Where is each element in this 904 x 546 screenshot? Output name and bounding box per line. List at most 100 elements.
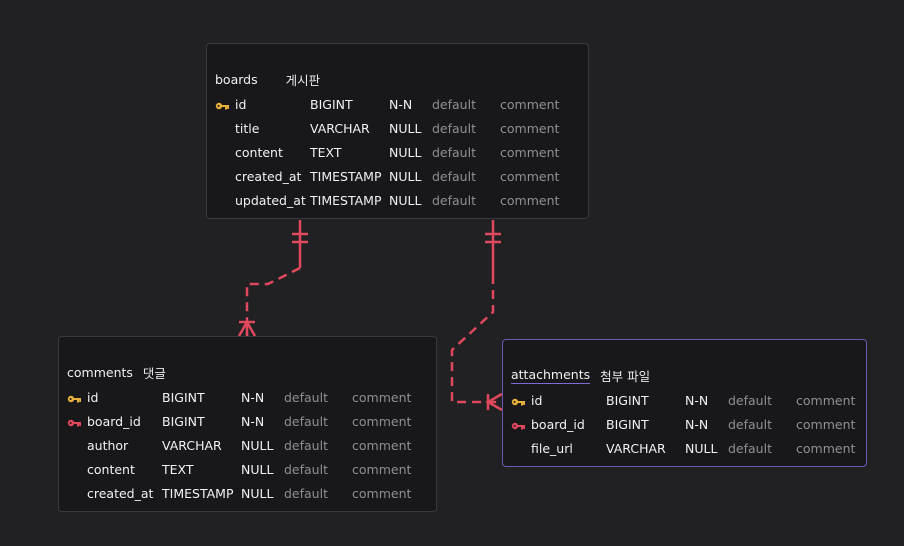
column-default[interactable]: default <box>432 169 500 184</box>
column-row[interactable]: content TEXT NULL default comment <box>215 140 588 164</box>
column-comment[interactable]: comment <box>500 121 559 136</box>
column-row[interactable]: id BIGINT N-N default comment <box>215 92 588 116</box>
column-nullable[interactable]: N-N <box>241 414 284 429</box>
relation-dashed-line <box>245 266 301 336</box>
column-default[interactable]: default <box>728 441 796 456</box>
column-name[interactable]: id <box>235 97 310 112</box>
column-row[interactable]: author VARCHAR NULL default comment <box>67 433 436 457</box>
column-default[interactable]: default <box>284 486 352 501</box>
column-comment[interactable]: comment <box>796 393 855 408</box>
column-name[interactable]: file_url <box>531 441 606 456</box>
column-nullable[interactable]: NULL <box>389 145 432 160</box>
column-row[interactable]: file_url VARCHAR NULL default comment <box>511 436 866 460</box>
key-cell <box>511 395 531 406</box>
column-name[interactable]: id <box>87 390 162 405</box>
column-default[interactable]: default <box>284 390 352 405</box>
table-comment[interactable]: 게시판 <box>286 70 321 89</box>
column-name[interactable]: author <box>87 438 162 453</box>
column-row[interactable]: created_at TIMESTAMP NULL default comment <box>215 164 588 188</box>
relation-dashed-line <box>450 275 502 404</box>
column-row[interactable]: id BIGINT N-N default comment <box>511 388 866 412</box>
column-type[interactable]: TIMESTAMP <box>162 486 241 501</box>
column-type[interactable]: BIGINT <box>606 393 685 408</box>
column-comment[interactable]: comment <box>500 169 559 184</box>
column-row[interactable]: id BIGINT N-N default comment <box>67 385 436 409</box>
column-type[interactable]: TIMESTAMP <box>310 193 389 208</box>
column-list: id BIGINT N-N default comment board_id BIGINT N… <box>67 385 436 505</box>
column-default[interactable]: default <box>728 417 796 432</box>
key-cell <box>215 99 235 110</box>
column-comment[interactable]: comment <box>352 414 411 429</box>
column-list: id BIGINT N-N default comment board_id BIGINT N… <box>511 388 866 460</box>
column-default[interactable]: default <box>284 462 352 477</box>
column-nullable[interactable]: N-N <box>685 417 728 432</box>
column-type[interactable]: BIGINT <box>310 97 389 112</box>
column-name[interactable]: updated_at <box>235 193 310 208</box>
table-name[interactable]: boards <box>215 72 258 87</box>
column-type[interactable]: BIGINT <box>162 414 241 429</box>
column-type[interactable]: BIGINT <box>606 417 685 432</box>
column-name[interactable]: created_at <box>87 486 162 501</box>
table-boards[interactable]: boards 게시판 id BIGINT N-N default comment titl… <box>206 43 589 219</box>
column-type[interactable]: TEXT <box>310 145 389 160</box>
table-attachments[interactable]: attachments 첨부 파일 id BIGINT N-N default comm… <box>502 339 867 467</box>
column-nullable[interactable]: NULL <box>389 169 432 184</box>
column-type[interactable]: TEXT <box>162 462 241 477</box>
column-row[interactable]: content TEXT NULL default comment <box>67 457 436 481</box>
column-nullable[interactable]: NULL <box>241 438 284 453</box>
column-default[interactable]: default <box>432 97 500 112</box>
column-default[interactable]: default <box>284 414 352 429</box>
column-type[interactable]: BIGINT <box>162 390 241 405</box>
column-nullable[interactable]: N-N <box>389 97 432 112</box>
relation-boards-attachments[interactable] <box>450 220 503 412</box>
column-type[interactable]: TIMESTAMP <box>310 169 389 184</box>
column-row[interactable]: board_id BIGINT N-N default comment <box>511 412 866 436</box>
column-comment[interactable]: comment <box>352 390 411 405</box>
column-name[interactable]: title <box>235 121 310 136</box>
column-nullable[interactable]: NULL <box>389 121 432 136</box>
column-name[interactable]: content <box>87 462 162 477</box>
column-comment[interactable]: comment <box>500 97 559 112</box>
column-list: id BIGINT N-N default comment title VARCHAR NUL… <box>215 92 588 212</box>
column-default[interactable]: default <box>432 145 500 160</box>
column-name[interactable]: board_id <box>531 417 606 432</box>
column-nullable[interactable]: N-N <box>685 393 728 408</box>
table-comments[interactable]: comments 댓글 id BIGINT N-N default comment boa… <box>58 336 437 512</box>
column-comment[interactable]: comment <box>500 193 559 208</box>
column-name[interactable]: board_id <box>87 414 162 429</box>
column-name[interactable]: content <box>235 145 310 160</box>
column-nullable[interactable]: NULL <box>389 193 432 208</box>
table-comment[interactable]: 첨부 파일 <box>600 366 650 385</box>
column-comment[interactable]: comment <box>796 417 855 432</box>
key-cell <box>67 392 87 403</box>
column-row[interactable]: updated_at TIMESTAMP NULL default comment <box>215 188 588 212</box>
column-name[interactable]: id <box>531 393 606 408</box>
column-nullable[interactable]: N-N <box>241 390 284 405</box>
column-comment[interactable]: comment <box>352 462 411 477</box>
column-type[interactable]: VARCHAR <box>606 441 685 456</box>
table-header: boards 게시판 <box>215 70 320 88</box>
column-nullable[interactable]: NULL <box>241 462 284 477</box>
table-name[interactable]: attachments <box>511 367 591 384</box>
column-row[interactable]: created_at TIMESTAMP NULL default comment <box>67 481 436 505</box>
column-default[interactable]: default <box>728 393 796 408</box>
column-type[interactable]: VARCHAR <box>162 438 241 453</box>
column-comment[interactable]: comment <box>352 438 411 453</box>
table-name[interactable]: comments <box>67 365 133 380</box>
crow-foot-marker <box>237 319 257 337</box>
column-row[interactable]: board_id BIGINT N-N default comment <box>67 409 436 433</box>
column-default[interactable]: default <box>432 121 500 136</box>
column-nullable[interactable]: NULL <box>241 486 284 501</box>
column-comment[interactable]: comment <box>796 441 855 456</box>
column-default[interactable]: default <box>284 438 352 453</box>
column-nullable[interactable]: NULL <box>685 441 728 456</box>
column-comment[interactable]: comment <box>352 486 411 501</box>
column-name[interactable]: created_at <box>235 169 310 184</box>
relation-boards-comments[interactable] <box>237 220 308 337</box>
column-comment[interactable]: comment <box>500 145 559 160</box>
column-row[interactable]: title VARCHAR NULL default comment <box>215 116 588 140</box>
column-default[interactable]: default <box>432 193 500 208</box>
table-comment[interactable]: 댓글 <box>143 363 166 382</box>
key-cell <box>67 416 87 427</box>
column-type[interactable]: VARCHAR <box>310 121 389 136</box>
